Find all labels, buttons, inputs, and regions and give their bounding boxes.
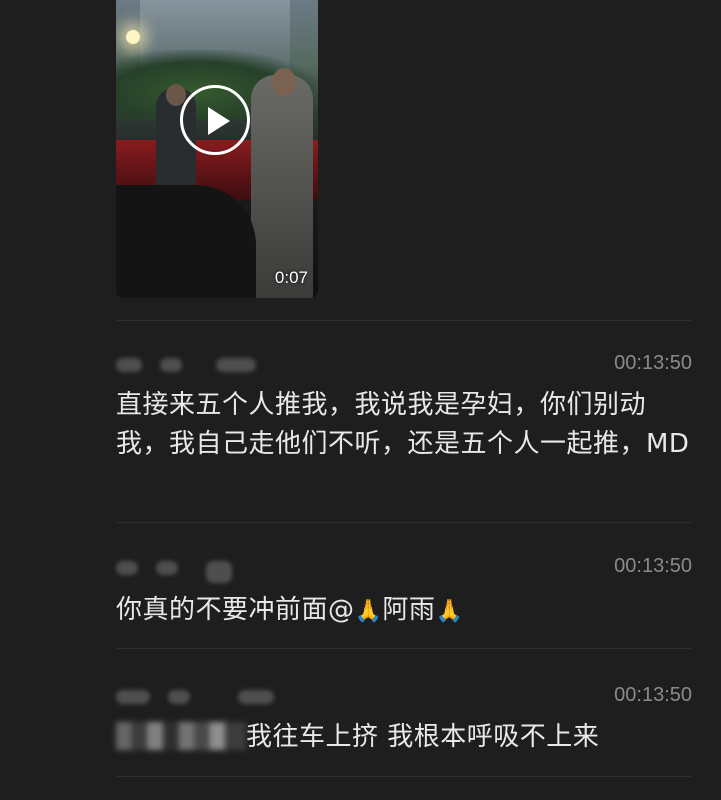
message-timestamp: 00:13:50 [614,555,692,577]
message-divider [116,648,692,649]
blur-block [116,358,142,372]
video-frame-streetlight [126,30,140,44]
message-text[interactable]: 你真的不要冲前面@🙏阿雨🙏 [116,591,692,631]
message-divider [116,522,692,523]
play-icon[interactable] [180,85,250,155]
chat-area: 0:07 00:13:50 直接来五个人推我，我说我是孕妇，你们别动我，我自己走… [0,0,721,800]
message-header: 00:13:50 [116,684,692,714]
video-frame-person [251,75,313,298]
video-message-thumbnail[interactable]: 0:07 [116,0,318,298]
blur-block [216,358,256,372]
video-frame-car-roof [116,185,256,298]
play-triangle-icon [208,107,230,135]
message-header: 00:13:50 [116,352,692,382]
mention-name[interactable]: 阿雨 [382,595,435,625]
pray-emoji-icon: 🙏 [435,599,464,624]
blur-block [168,690,190,704]
video-frame-person-head [166,84,186,106]
message-divider [116,776,692,777]
video-duration: 0:07 [274,268,308,287]
blur-block [160,358,182,372]
mosaic-redaction [116,722,246,750]
blur-block [238,690,274,704]
message-text-part: 我往车上挤 我根本呼吸不上来 [246,722,600,752]
message-timestamp: 00:13:50 [614,684,692,706]
message-timestamp: 00:13:50 [614,352,692,374]
chat-message: 00:13:50 直接来五个人推我，我说我是孕妇，你们别动我，我自己走他们不听，… [116,352,692,464]
message-divider [116,320,692,321]
blur-block [116,690,150,704]
message-text[interactable]: 我往车上挤 我根本呼吸不上来 [116,718,692,757]
video-frame-person-head [272,68,296,96]
blur-block [116,561,138,575]
blurred-sender-name [116,358,256,372]
chat-message: 00:13:50 你真的不要冲前面@🙏阿雨🙏 [116,555,692,631]
message-header: 00:13:50 [116,555,692,585]
pray-emoji-icon: 🙏 [354,599,383,624]
message-text[interactable]: 直接来五个人推我，我说我是孕妇，你们别动我，我自己走他们不听，还是五个人一起推，… [116,386,692,464]
blurred-sender-name [116,690,274,704]
chat-message: 00:13:50 我往车上挤 我根本呼吸不上来 [116,684,692,757]
message-text-part: 你真的不要冲前面@ [116,595,355,625]
blurred-sender-name [116,561,232,583]
blur-block [206,561,232,583]
blur-block [156,561,178,575]
